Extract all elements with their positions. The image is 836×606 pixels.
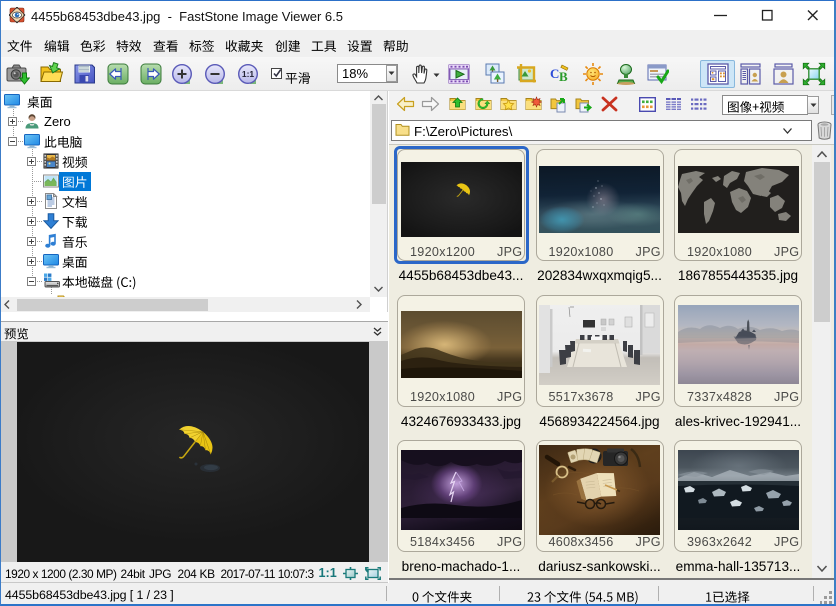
svg-text:1:1: 1:1 (242, 69, 255, 79)
svg-text:C: C (550, 66, 559, 81)
svg-text:B: B (559, 69, 568, 84)
